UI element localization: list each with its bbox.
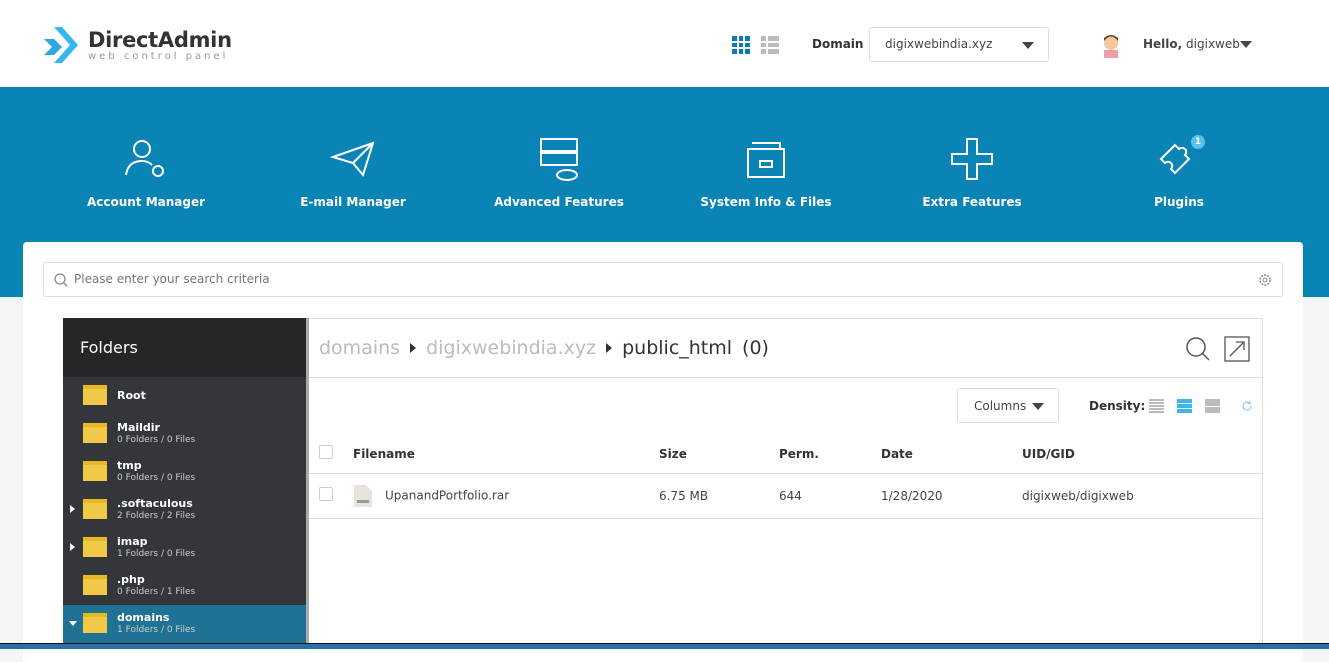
folder-icon (83, 385, 107, 405)
col-uid[interactable]: UID/GID (1022, 435, 1263, 474)
folder-php[interactable]: .php 0 Folders / 1 Files (63, 567, 306, 605)
file-name[interactable]: UpanandPortfolio.rar (385, 488, 509, 502)
account-manager-icon (125, 140, 164, 177)
server-icon (540, 138, 578, 181)
user-chevron-down-icon[interactable] (1240, 41, 1252, 48)
density-label: Density: (1089, 399, 1146, 413)
expand-icon[interactable] (1224, 336, 1250, 362)
folder-icon (83, 499, 107, 519)
breadcrumb: domains digixwebindia.xyz public_html (0) (309, 319, 1262, 378)
file-count: (0) (742, 337, 769, 359)
domain-select[interactable]: digixwebindia.xyz (869, 27, 1049, 62)
domain-label: Domain (812, 37, 864, 51)
grid-view-icon[interactable] (732, 36, 750, 54)
search-icon (54, 273, 68, 287)
nav-plugins[interactable]: Plugins 1 (1079, 135, 1279, 209)
expand-arrow-icon[interactable] (70, 505, 75, 513)
folder-domains[interactable]: domains 1 Folders / 0 Files (63, 605, 306, 643)
density-compact-button[interactable] (1149, 399, 1164, 413)
nav-extra-features[interactable]: Extra Features (872, 135, 1072, 209)
table-row[interactable]: UpanandPortfolio.rar 6.75 MB 644 1/28/20… (309, 473, 1263, 519)
folder-icon (83, 461, 107, 481)
nav-advanced-features[interactable]: Advanced Features (459, 135, 659, 209)
paper-plane-icon (329, 141, 375, 178)
file-browser: domains digixwebindia.xyz public_html (0)… (309, 318, 1263, 649)
folder-icon (83, 423, 107, 443)
density-normal-button[interactable] (1177, 399, 1192, 413)
folder-maildir[interactable]: Maildir 0 Folders / 0 Files (63, 415, 306, 453)
plugins-badge: 1 (1191, 135, 1205, 149)
nav-account-manager[interactable]: Account Manager (46, 135, 246, 209)
folders-sidebar: Folders Root Maildir 0 Folders / 0 Files … (63, 318, 306, 649)
col-perm[interactable]: Perm. (779, 435, 881, 474)
file-drawer-icon (747, 142, 785, 178)
chevron-right-icon (410, 343, 417, 353)
table-header: Filename Size Perm. Date UID/GID (309, 435, 1263, 474)
plus-icon (951, 138, 993, 180)
list-view-icon[interactable] (761, 36, 779, 54)
collapse-arrow-icon[interactable] (69, 621, 77, 626)
col-date[interactable]: Date (881, 435, 1022, 474)
columns-button[interactable]: Columns (957, 388, 1059, 423)
archive-file-icon (354, 484, 372, 507)
folder-root[interactable]: Root (63, 377, 306, 415)
nav-system-info-files[interactable]: System Info & Files (666, 135, 866, 209)
search-icon[interactable] (1185, 336, 1211, 362)
refresh-icon[interactable] (1241, 400, 1253, 412)
logo[interactable]: DirectAdmin web control panel (42, 25, 232, 65)
user-menu[interactable]: Hello, digixweb (1143, 37, 1240, 51)
col-filename[interactable]: Filename (353, 435, 659, 474)
nav-email-manager[interactable]: E-mail Manager (253, 135, 453, 209)
breadcrumb-current: public_html (622, 337, 733, 359)
folder-icon (83, 537, 107, 557)
folders-title: Folders (63, 318, 306, 377)
avatar[interactable] (1100, 32, 1122, 58)
top-header: DirectAdmin web control panel Domain dig… (0, 0, 1329, 87)
select-all-checkbox[interactable] (319, 445, 333, 460)
density-comfortable-button[interactable] (1205, 399, 1220, 413)
chevron-down-icon (1022, 42, 1034, 49)
chevron-right-icon (606, 343, 613, 353)
row-checkbox[interactable] (319, 487, 333, 501)
folder-icon (83, 613, 107, 633)
logo-icon (44, 27, 78, 63)
breadcrumb-domain[interactable]: digixwebindia.xyz (426, 337, 596, 359)
expand-arrow-icon[interactable] (70, 543, 75, 551)
breadcrumb-domains[interactable]: domains (319, 337, 400, 359)
folder-imap[interactable]: imap 1 Folders / 0 Files (63, 529, 306, 567)
chevron-down-icon (1032, 403, 1044, 410)
search-input[interactable] (74, 272, 1224, 286)
folder-tmp[interactable]: tmp 0 Folders / 0 Files (63, 453, 306, 491)
search-bar[interactable] (43, 262, 1283, 297)
gear-icon[interactable] (1258, 273, 1272, 287)
file-table: Filename Size Perm. Date UID/GID Upanand… (309, 435, 1263, 519)
os-taskbar (0, 643, 1329, 649)
folder-softaculous[interactable]: .softaculous 2 Folders / 2 Files (63, 491, 306, 529)
col-size[interactable]: Size (659, 435, 779, 474)
folder-icon (83, 575, 107, 595)
